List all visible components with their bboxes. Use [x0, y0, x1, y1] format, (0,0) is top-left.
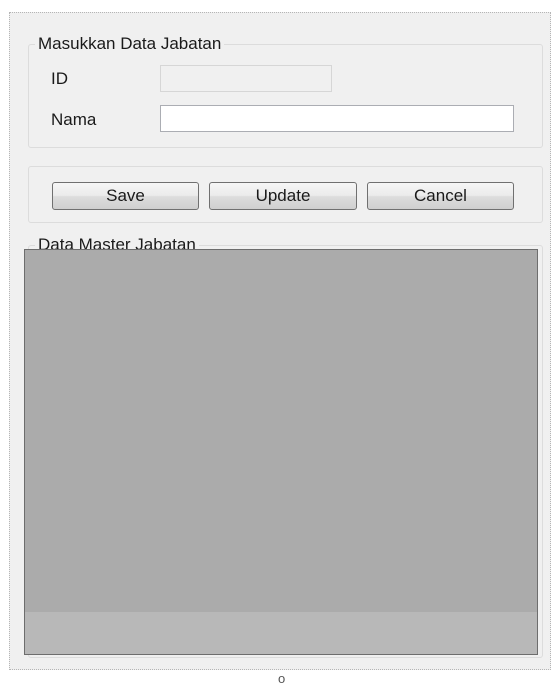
update-button[interactable]: Update	[209, 182, 357, 210]
bottom-glyph: o	[278, 671, 286, 686]
nama-label: Nama	[51, 110, 97, 129]
input-groupbox	[28, 44, 543, 148]
id-field	[160, 65, 332, 92]
save-button[interactable]: Save	[52, 182, 199, 210]
data-grid[interactable]	[24, 249, 538, 655]
nama-field[interactable]	[160, 105, 514, 132]
id-label: ID	[51, 69, 68, 88]
input-group-title: Masukkan Data Jabatan	[35, 34, 225, 54]
cancel-button[interactable]: Cancel	[367, 182, 514, 210]
grid-horizontal-scrollbar[interactable]	[25, 612, 537, 654]
